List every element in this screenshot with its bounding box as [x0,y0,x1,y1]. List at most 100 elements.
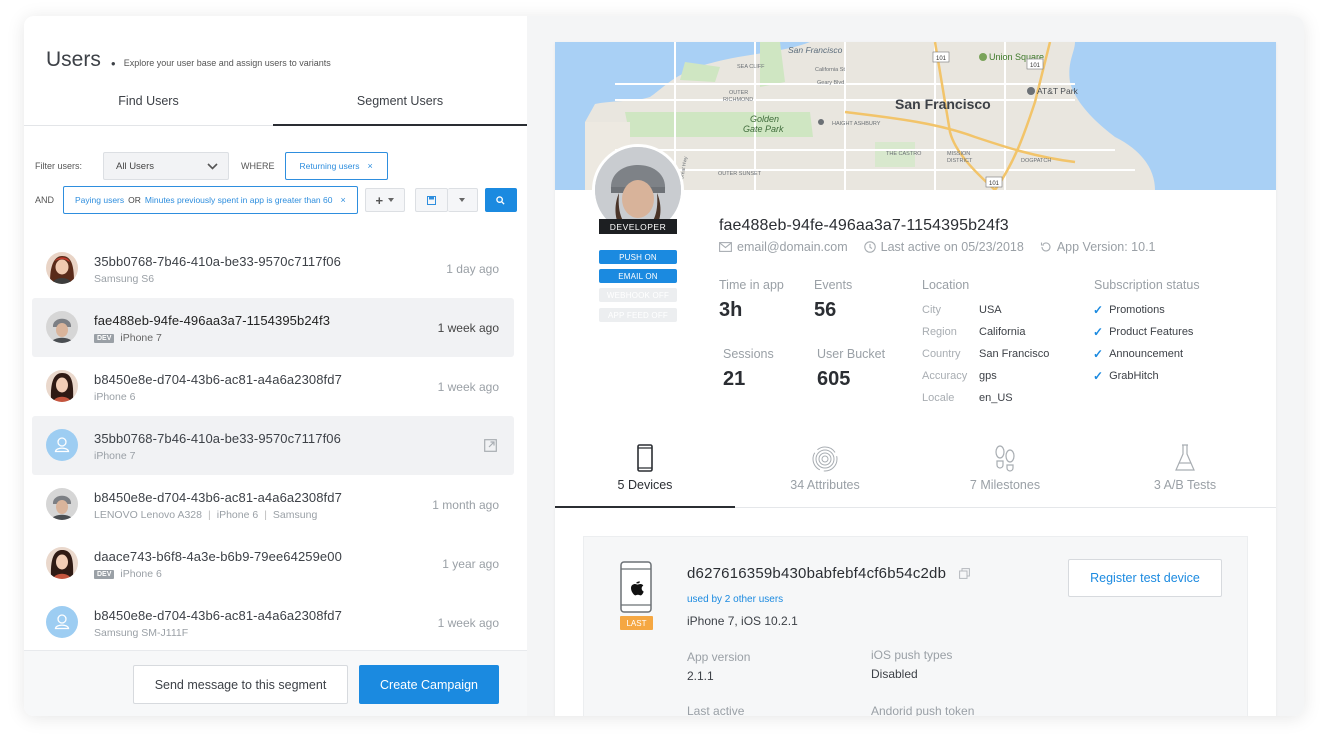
separator: | [264,509,267,521]
user-id: b8450e8e-d704-43b6-ac81-a4a6a2308fd7 [94,372,342,387]
user-id: 35bb0768-7b46-410a-be33-9570c7117f06 [94,431,341,446]
user-row[interactable]: fae488eb-94fe-496aa3a7-1154395b24f3 DEV i… [32,298,514,357]
user-last-seen: 1 day ago [446,262,499,276]
user-icon [54,437,70,453]
tab-segment-users[interactable]: Segment Users [273,88,527,126]
location-key: Country [922,348,961,360]
save-segment-button[interactable] [414,188,448,212]
user-avatar [46,370,78,402]
filter-label: Filter users: [35,161,83,171]
location-key: Accuracy [922,370,968,382]
user-last-seen: 1 month ago [432,498,499,512]
user-id: b8450e8e-d704-43b6-ac81-a4a6a2308fd7 [94,608,342,623]
user-avatar [46,488,78,520]
filter-row-1: Filter users: All Users WHERE Returning … [35,152,388,180]
remove-filter-icon[interactable]: × [368,161,373,171]
profile-last-active: Last active on 05/23/2018 [880,240,1024,254]
caret-down-icon [388,198,395,202]
separator: | [208,509,211,521]
save-options-dropdown[interactable] [447,188,478,212]
location-key: Region [922,326,957,338]
tab-devices[interactable]: 5 Devices [555,436,735,508]
filter-chip-paying[interactable]: Paying users OR Minutes previously spent… [63,186,358,214]
user-row[interactable]: daace743-b6f8-4a3e-b6b9-79ee64259e00 DEV… [32,534,514,593]
flask-icon [1175,444,1195,471]
developer-badge: DEVELOPER [599,219,677,234]
profile-meta: email@domain.com Last active on 05/23/20… [719,240,1156,254]
profile-card: San Francisco SEA CLIFF California St Ge… [555,42,1276,716]
location-key: City [922,304,941,316]
device-name: iPhone 7 [94,450,136,462]
map-label: AT&T Park [1037,86,1079,96]
user-avatar-placeholder [46,429,78,461]
bullet-separator: ● [110,59,116,68]
user-device: iPhone 6 [94,391,135,403]
last-device-tag: LAST [620,616,653,630]
map-label: Golden [750,114,779,124]
search-button[interactable] [484,188,517,212]
user-row[interactable]: 35bb0768-7b46-410a-be33-9570c7117f06 Sam… [32,239,514,298]
history-icon [1040,242,1051,252]
register-test-device-button[interactable]: Register test device [1068,559,1222,597]
tab-find-users[interactable]: Find Users [24,88,273,126]
user-id: b8450e8e-d704-43b6-ac81-a4a6a2308fd7 [94,490,342,505]
remove-filter-icon[interactable]: × [340,195,345,205]
filter-chip-returning[interactable]: Returning users × [284,152,388,180]
user-id: 35bb0768-7b46-410a-be33-9570c7117f06 [94,254,341,269]
device-card: LAST d627616359b430babfebf4cf6b54c2db us… [583,536,1248,716]
map-label: Geary Blvd [817,80,844,86]
map-label: DOGPATCH [1021,158,1051,164]
device-name: iPhone 6 [216,509,259,521]
user-row[interactable]: b8450e8e-d704-43b6-ac81-a4a6a2308fd7 LEN… [32,475,514,534]
device-shared-link[interactable]: used by 2 other users [687,594,783,605]
user-row[interactable]: b8450e8e-d704-43b6-ac81-a4a6a2308fd7 iPh… [32,357,514,416]
send-message-button[interactable]: Send message to this segment [133,665,348,704]
add-filter-button[interactable]: + [364,188,405,212]
user-type-select[interactable]: All Users [103,152,229,180]
user-tabs: Find Users Segment Users [24,88,527,126]
segment-footer: Send message to this segment Create Camp… [24,650,527,716]
filter-row-2: AND Paying users OR Minutes previously s… [35,186,517,214]
user-profile-panel: San Francisco SEA CLIFF California St Ge… [527,16,1304,716]
user-row[interactable]: b8450e8e-d704-43b6-ac81-a4a6a2308fd7 Sam… [32,593,514,652]
check-icon: ✓ [1093,369,1104,383]
map-label: 101 [936,56,947,62]
check-icon: ✓ [1093,325,1104,339]
profile-tabs: 5 Devices 34 Attributes 7 Milestones 3 A… [555,436,1276,508]
app-window: Users ● Explore your user base and assig… [24,16,1304,716]
location-key: Locale [922,392,955,404]
dev-tag: DEV [94,569,115,579]
device-name: Samsung [272,509,318,521]
subscription-item: ✓ Promotions [1093,303,1165,317]
profile-user-id: fae488eb-94fe-496aa3a7-1154395b24f3 [719,217,1009,234]
map-label: San Francisco [788,45,843,55]
device-id-text: d627616359b430babfebf4cf6b54c2db [687,565,947,582]
user-avatar-placeholder [46,606,78,638]
caret-down-icon [459,198,466,202]
user-row[interactable]: 35bb0768-7b46-410a-be33-9570c7117f06 iPh… [32,416,514,475]
map-label: Gate Park [743,124,784,134]
tab-ab-tests[interactable]: 3 A/B Tests [1095,436,1275,508]
ios-push-value: Disabled [871,667,918,681]
location-value: California [979,326,1026,338]
user-bucket-value: 605 [817,368,851,390]
filter-chip-paying-a: Paying users [75,195,125,205]
map-label: 101 [1030,63,1041,69]
clock-icon [863,241,876,253]
search-icon [496,195,505,205]
time-in-app-label: Time in app [719,278,784,292]
external-link-icon[interactable] [484,439,497,452]
device-name: LENOVO Lenovo A328 [94,509,202,521]
device-name: Samsung SM-J111F [94,627,189,639]
copy-icon[interactable] [958,568,970,579]
tab-milestones[interactable]: 7 Milestones [915,436,1095,508]
subscription-item: ✓ Announcement [1093,347,1183,361]
filter-chip-returning-label: Returning users [299,161,360,171]
ios-push-label: iOS push types [871,648,953,662]
location-value: gps [979,370,997,382]
where-label: WHERE [241,161,275,171]
create-campaign-button[interactable]: Create Campaign [359,665,499,704]
tab-attributes[interactable]: 34 Attributes [735,436,915,508]
sessions-value: 21 [723,368,746,390]
page-header: Users ● Explore your user base and assig… [46,48,331,72]
